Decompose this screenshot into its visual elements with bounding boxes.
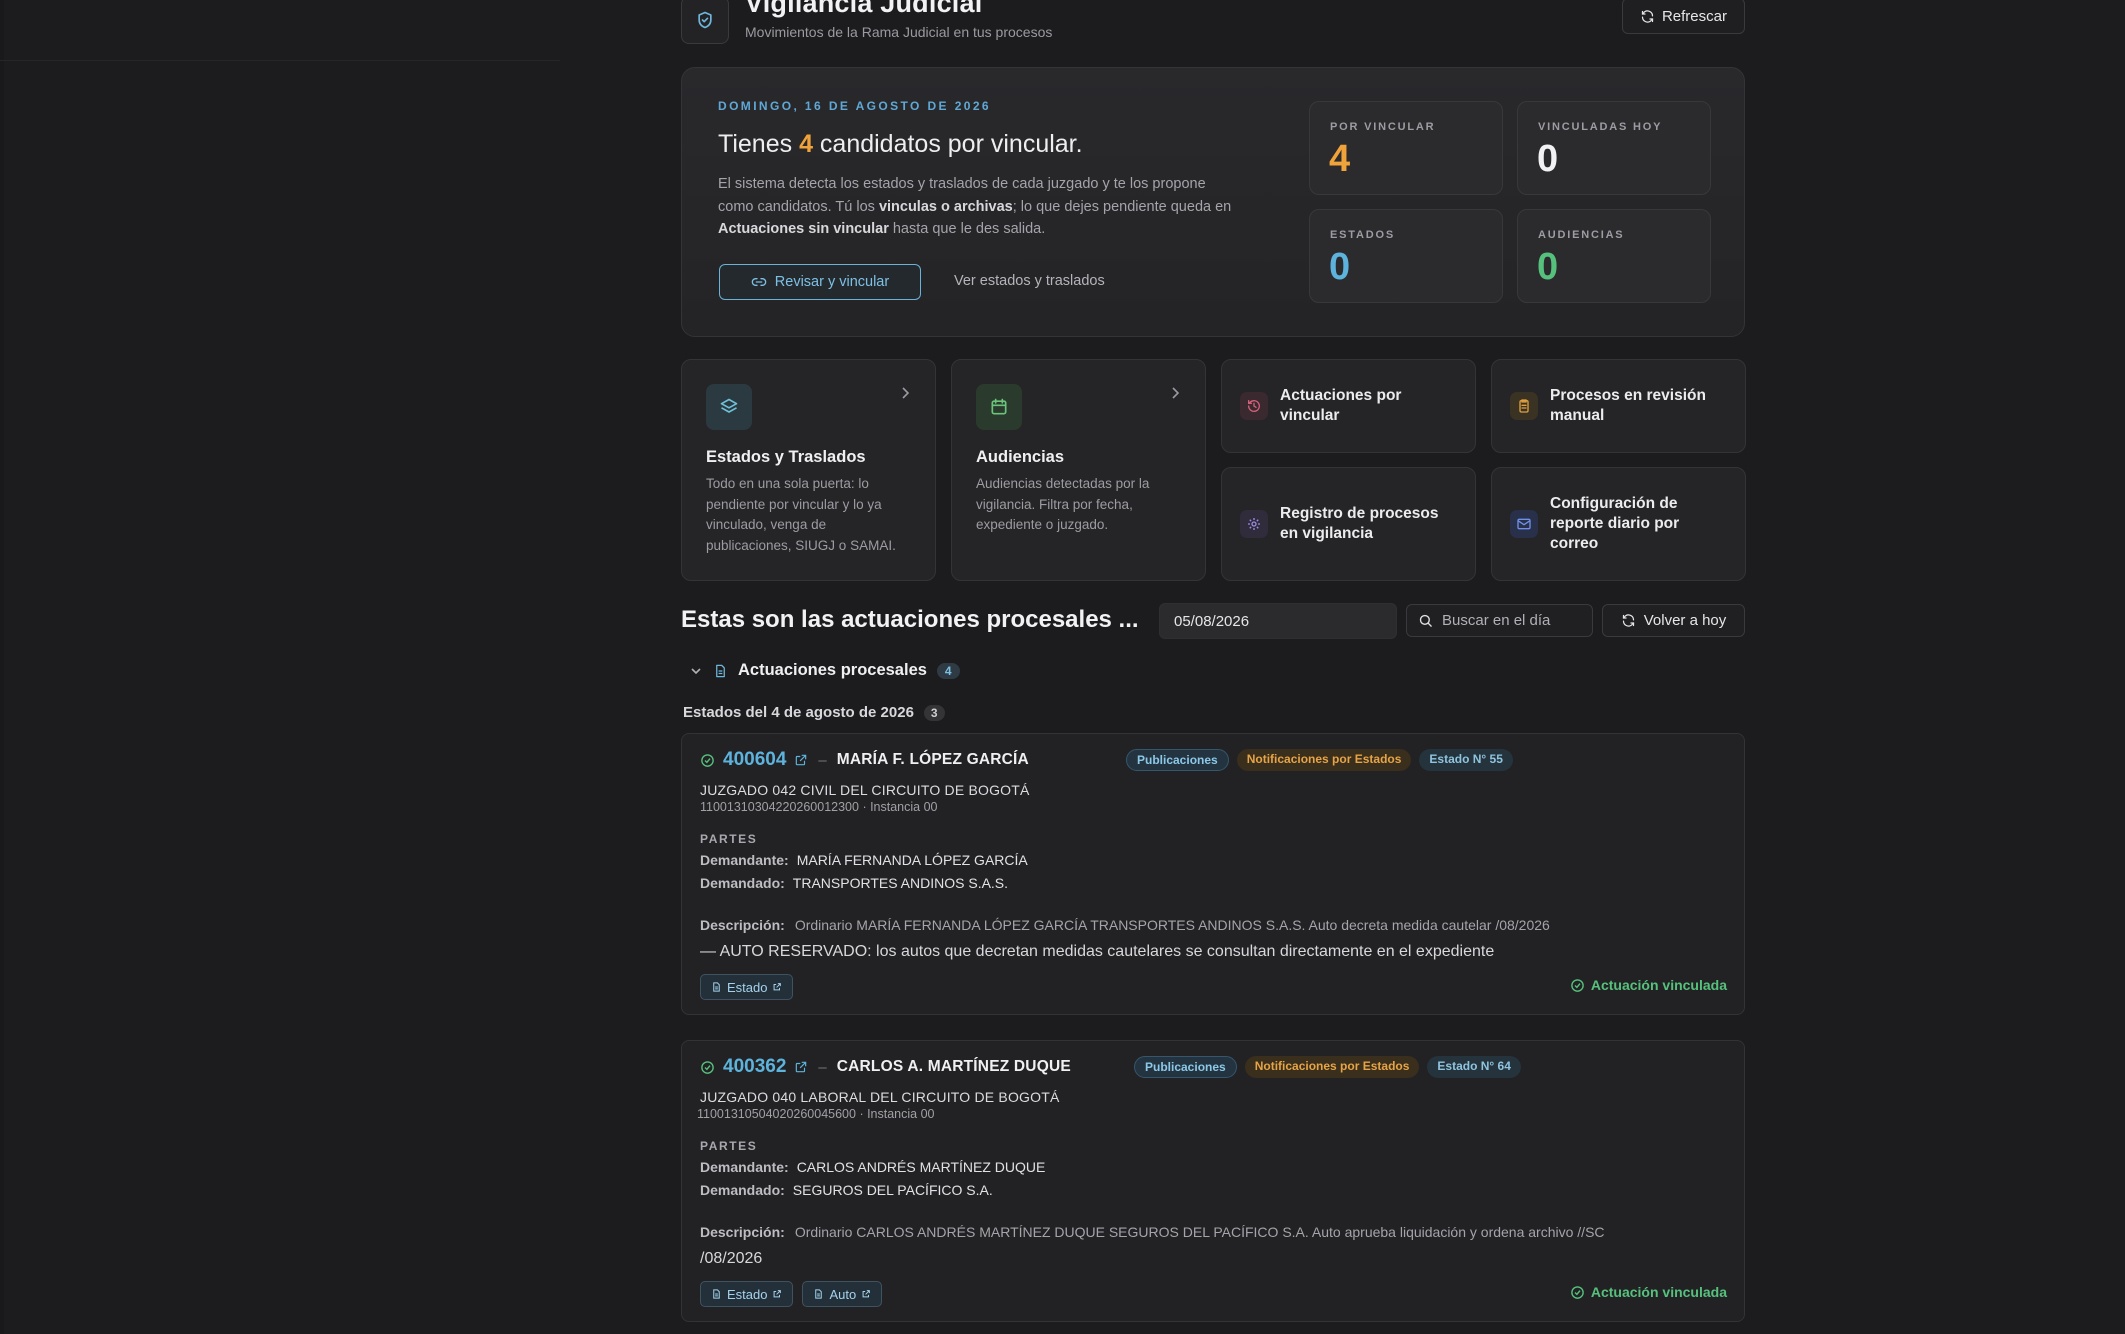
- record-tags: Publicaciones Notificaciones por Estados…: [1126, 749, 1513, 771]
- summary-description: El sistema detecta los estados y traslad…: [718, 176, 1232, 237]
- chevron-down-icon: [691, 667, 701, 674]
- chevron-right-icon: [902, 387, 910, 399]
- tag-estado-number: Estado N° 55: [1419, 749, 1513, 771]
- demandado-row: Demandado: TRANSPORTES ANDINOS S.A.S.: [700, 875, 1009, 891]
- record-description: Descripción: Ordinario CARLOS ANDRÉS MART…: [700, 1224, 1605, 1267]
- date-filter-input[interactable]: [1159, 603, 1397, 639]
- summary-headline: Tienes 4 candidatos por vincular.: [718, 130, 1083, 158]
- check-circle-icon: [701, 1060, 714, 1074]
- demandante-row: Demandante: MARÍA FERNANDA LÓPEZ GARCÍA: [700, 852, 1028, 868]
- party-name: MARÍA F. LÓPEZ GARCÍA: [836, 751, 1029, 768]
- group-toggle-actuaciones[interactable]: Actuaciones procesales 4: [689, 661, 960, 680]
- radicado-number[interactable]: 400362: [723, 1056, 786, 1078]
- day-search-input[interactable]: [1440, 611, 1584, 630]
- clipboard-icon: [1510, 392, 1538, 420]
- radicado-number[interactable]: 400604: [723, 749, 786, 771]
- partes-label: PARTES: [700, 1139, 758, 1153]
- demandante-row: Demandante: CARLOS ANDRÉS MARTÍNEZ DUQUE: [700, 1159, 1046, 1175]
- quick-registro-procesos[interactable]: Registro de procesos en vigilancia: [1221, 467, 1476, 581]
- sidebar: [0, 0, 4, 1334]
- check-circle-icon: [1571, 978, 1584, 992]
- record-note: — AUTO RESERVADO: los autos que decretan…: [700, 943, 1495, 960]
- candidates-count: 4: [799, 130, 813, 158]
- check-circle-icon: [1571, 1285, 1584, 1299]
- court-name: JUZGADO 040 LABORAL DEL CIRCUITO DE BOGO…: [700, 1089, 1060, 1105]
- summary-panel: DOMINGO, 16 DE AGOSTO DE 2026 Tienes 4 c…: [681, 67, 1745, 337]
- tag-estado-number: Estado N° 64: [1427, 1056, 1521, 1078]
- party-name: CARLOS A. MARTÍNEZ DUQUE: [836, 1058, 1071, 1075]
- actuacion-record: 400604 – MARÍA F. LÓPEZ GARCÍA Publicaci…: [681, 733, 1745, 1015]
- refresh-icon: [1622, 614, 1634, 627]
- quick-actuaciones-por-vincular[interactable]: Actuaciones por vincular: [1221, 359, 1476, 453]
- linked-status: Actuación vinculada: [1570, 1284, 1727, 1300]
- refresh-button[interactable]: Refrescar: [1621, 0, 1745, 34]
- page-header: Vigilancia Judicial Movimientos de la Ra…: [681, 0, 1745, 46]
- section-title: Estas son las actuaciones procesales ...: [681, 606, 1139, 633]
- history-icon: [1240, 392, 1268, 420]
- document-icon: [716, 664, 725, 677]
- record-description: Descripción: Ordinario MARÍA FERNANDA LÓP…: [700, 917, 1550, 960]
- external-link-icon: [862, 1290, 871, 1298]
- document-icon: [713, 1289, 720, 1299]
- group-count-badge: 4: [936, 662, 960, 679]
- page-title: Vigilancia Judicial: [745, 0, 983, 18]
- linked-status: Actuación vinculada: [1570, 977, 1727, 993]
- page-subtitle: Movimientos de la Rama Judicial en tus p…: [745, 24, 1053, 40]
- document-icon: [713, 982, 720, 992]
- external-link-icon[interactable]: [794, 1060, 808, 1074]
- link-icon: [751, 278, 767, 286]
- stat-por-vincular: POR VINCULAR 4: [1309, 101, 1503, 195]
- estado-document-button[interactable]: Estado: [700, 974, 794, 1000]
- card-audiencias[interactable]: Audiencias Audiencias detectadas por la …: [951, 359, 1206, 581]
- tag-source: Publicaciones: [1126, 749, 1229, 771]
- actuacion-record: 400362 – CARLOS A. MARTÍNEZ DUQUE Public…: [681, 1040, 1745, 1322]
- back-to-today-button[interactable]: Volver a hoy: [1602, 604, 1745, 637]
- check-circle-icon: [701, 753, 714, 767]
- quick-revision-manual[interactable]: Procesos en revisión manual: [1491, 359, 1746, 453]
- card-estados-traslados[interactable]: Estados y Traslados Todo en una sola pue…: [681, 359, 936, 581]
- shield-icon: [681, 0, 729, 44]
- partes-label: PARTES: [700, 832, 758, 846]
- expediente-number: 11001310304220260012300 · Instancia 00: [700, 800, 938, 814]
- auto-document-button[interactable]: Auto: [802, 1281, 883, 1307]
- view-estados-link[interactable]: Ver estados y traslados: [954, 273, 1105, 289]
- record-tags: Publicaciones Notificaciones por Estados…: [1134, 1056, 1521, 1078]
- court-name: JUZGADO 042 CIVIL DEL CIRCUITO DE BOGOTÁ: [700, 782, 1030, 798]
- calendar-icon: [976, 384, 1022, 430]
- refresh-label: Refrescar: [1661, 7, 1727, 25]
- external-link-icon[interactable]: [794, 753, 808, 767]
- expediente-number: 11001310504020260045600 · Instancia 00: [697, 1107, 935, 1121]
- demandado-row: Demandado: SEGUROS DEL PACÍFICO S.A.: [700, 1182, 993, 1198]
- sidebar-divider: [0, 60, 560, 61]
- current-date: DOMINGO, 16 DE AGOSTO DE 2026: [718, 99, 991, 113]
- estados-count-badge: 3: [923, 704, 945, 721]
- chevron-right-icon: [1172, 387, 1180, 399]
- external-link-icon: [774, 983, 782, 991]
- quick-reporte-correo[interactable]: Configuración de reporte diario por corr…: [1491, 467, 1746, 581]
- estado-document-button[interactable]: Estado: [700, 1281, 794, 1307]
- review-link-button[interactable]: Revisar y vincular: [719, 264, 921, 300]
- external-link-icon: [774, 1290, 782, 1298]
- stat-estados: ESTADOS 0: [1309, 209, 1503, 303]
- tag-source: Publicaciones: [1134, 1056, 1237, 1078]
- document-icon: [815, 1289, 823, 1299]
- stat-vinculadas-hoy: VINCULADAS HOY 0: [1517, 101, 1711, 195]
- day-search-box[interactable]: [1406, 604, 1593, 637]
- search-icon: [1419, 614, 1432, 627]
- stat-audiencias: AUDIENCIAS 0: [1517, 209, 1711, 303]
- refresh-icon: [1641, 9, 1654, 23]
- layers-icon: [706, 384, 752, 430]
- mail-icon: [1510, 510, 1538, 538]
- record-note: /08/2026: [700, 1250, 763, 1267]
- gear-icon: [1240, 510, 1268, 538]
- estados-date-header: Estados del 4 de agosto de 2026 3: [683, 704, 945, 721]
- tag-type: Notificaciones por Estados: [1244, 1056, 1420, 1078]
- tag-type: Notificaciones por Estados: [1236, 749, 1412, 771]
